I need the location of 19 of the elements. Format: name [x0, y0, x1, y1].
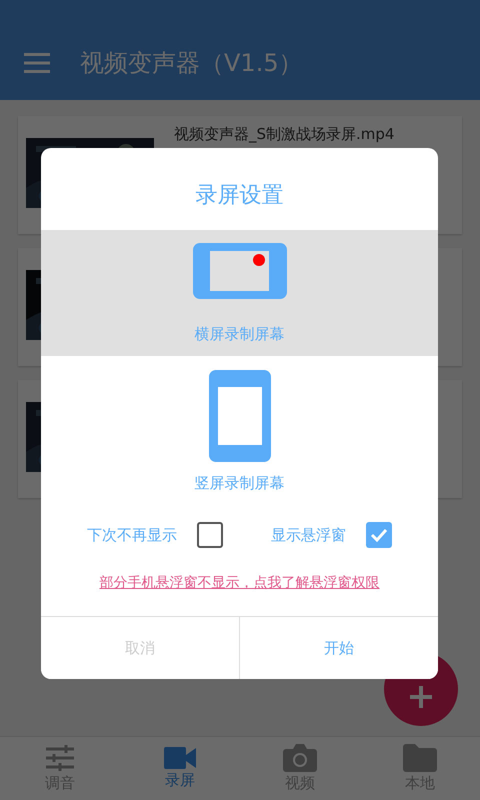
nav-tab[interactable]: 录屏 — [120, 737, 240, 800]
plus-icon — [410, 686, 432, 708]
portrait-screen-icon — [208, 370, 270, 462]
app-title: 视频变声器（V1.5） — [80, 48, 303, 79]
check-icon — [370, 528, 388, 542]
video-camera-icon — [164, 747, 196, 769]
start-button[interactable]: 开始 — [239, 617, 438, 679]
checkbox[interactable] — [366, 522, 392, 548]
checkbox-label: 下次不再显示 — [87, 526, 177, 544]
sliders-icon — [44, 744, 76, 772]
checkbox[interactable] — [197, 522, 223, 548]
landscape-screen-icon — [192, 242, 286, 298]
checkbox-label: 显示悬浮窗 — [271, 526, 346, 544]
camera-icon — [283, 744, 317, 772]
permission-link[interactable]: 部分手机悬浮窗不显示，点我了解悬浮窗权限 — [100, 574, 380, 592]
video-title: 视频变声器_S制激战场录屏.mp4 — [174, 126, 394, 142]
dialog-title: 录屏设置 — [196, 182, 284, 210]
orientation-option[interactable]: 横屏录制屏幕 — [41, 230, 438, 356]
folder-icon — [403, 744, 437, 772]
